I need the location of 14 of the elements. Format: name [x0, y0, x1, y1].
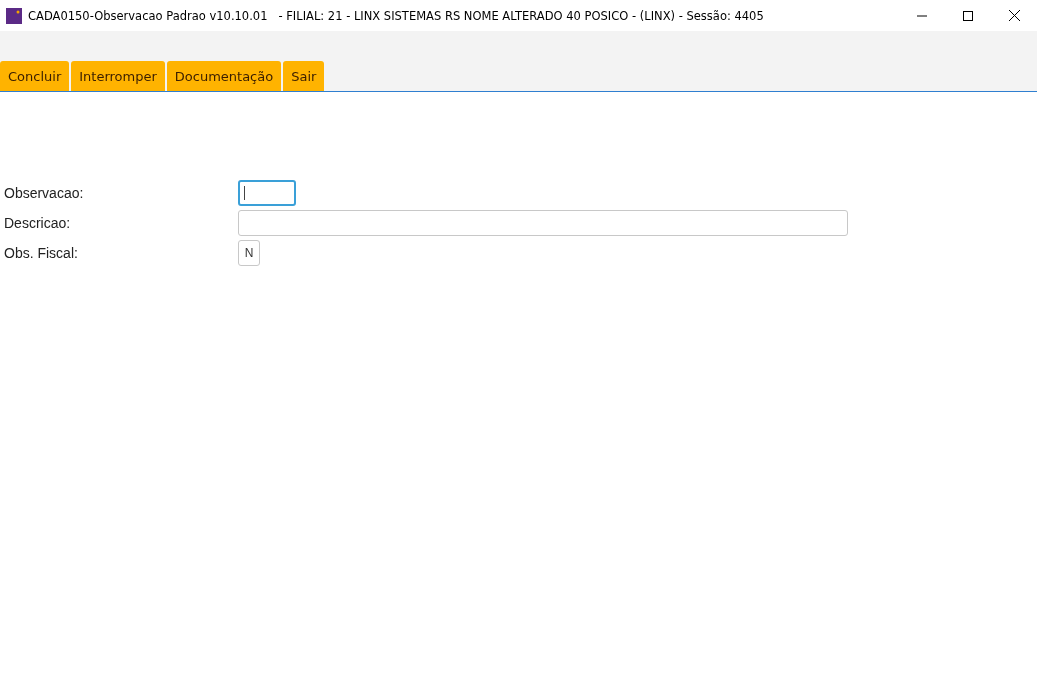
- field-label: Obs. Fiscal:: [4, 245, 79, 261]
- window-title: CADA0150-Observacao Padrao v10.10.01 - FILIAL: 21 - LINX SISTEMAS RS NOME ALTERADO 40 POSICO - (LINX) - Sessão: 4405: [28, 8, 765, 23]
- field-label: Observacao:: [4, 185, 85, 201]
- toolbar-tab[interactable]: Interromper: [71, 61, 165, 91]
- toolbar-tab[interactable]: Sair: [283, 61, 325, 91]
- input-field[interactable]: [238, 210, 848, 236]
- close-icon: [1008, 10, 1020, 21]
- toolbar-tab[interactable]: Documentação: [166, 61, 282, 91]
- field-label: Descricao:: [4, 215, 72, 231]
- app-logo-icon: [6, 7, 22, 24]
- input-field[interactable]: [238, 180, 296, 206]
- flag-field[interactable]: N: [238, 240, 260, 266]
- maximize-icon: [963, 10, 973, 21]
- toolbar-tab[interactable]: Concluir: [0, 61, 70, 91]
